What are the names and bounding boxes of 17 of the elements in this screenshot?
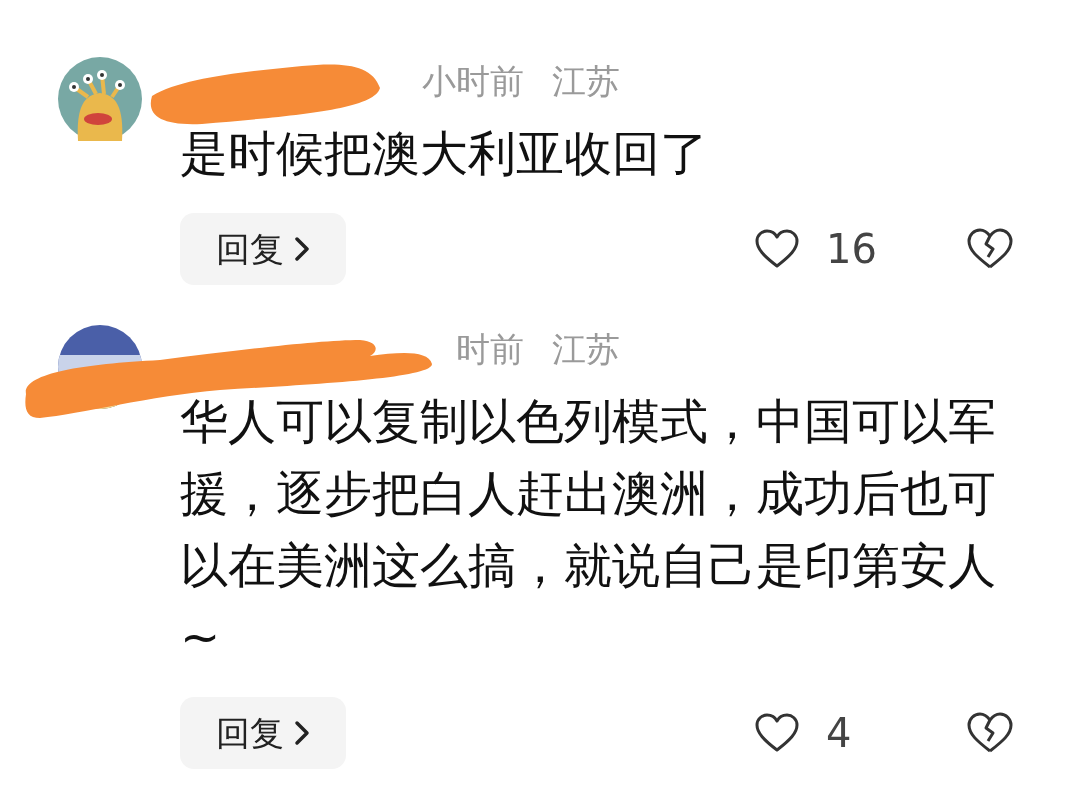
like-count: 16 <box>826 225 878 274</box>
comment-text: 华人可以复制以色列模式，中国可以军援，逐步把白人赶出澳洲，成功后也可以在美洲这么搞，就说自己是印第安人 ~ <box>180 392 997 667</box>
monster-avatar[interactable] <box>58 57 142 141</box>
chevron-right-icon <box>294 236 310 262</box>
heart-icon[interactable] <box>754 228 800 270</box>
comment-location: 江苏 <box>552 328 620 371</box>
chevron-right-icon <box>294 720 310 746</box>
comment-time: 小时前 <box>422 60 524 103</box>
comment-text: 是时候把澳大利亚收回了 <box>180 124 709 183</box>
comment-location: 江苏 <box>552 60 620 103</box>
broken-heart-icon[interactable] <box>966 711 1014 755</box>
heart-icon[interactable] <box>754 712 800 754</box>
reply-button[interactable]: 回复 <box>180 213 346 285</box>
like-count: 4 <box>826 709 853 758</box>
comment-time: 时前 <box>456 328 524 371</box>
broken-heart-icon[interactable] <box>966 227 1014 271</box>
reply-button[interactable]: 回复 <box>180 697 346 769</box>
